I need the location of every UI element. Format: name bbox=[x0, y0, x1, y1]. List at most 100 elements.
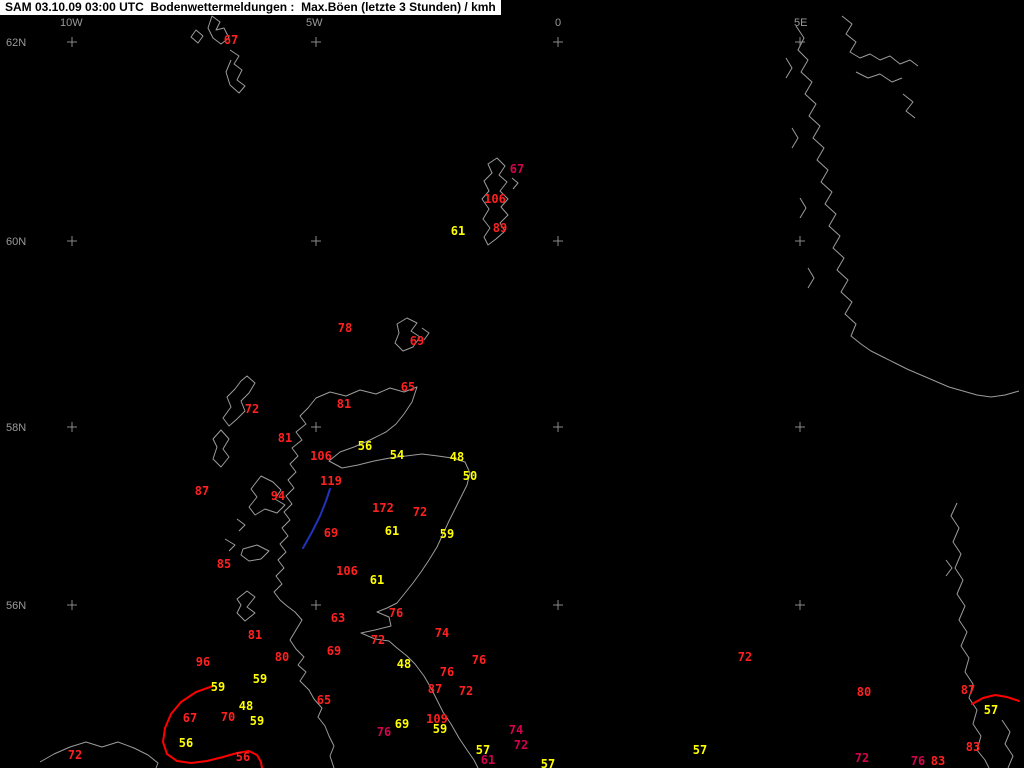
station-gust-value: 59 bbox=[440, 527, 454, 541]
station-gust-value: 76 bbox=[377, 725, 391, 739]
station-gust-value: 74 bbox=[435, 626, 449, 640]
station-gust-value: 72 bbox=[245, 402, 259, 416]
coastlines-layer bbox=[39, 15, 1020, 768]
coastline-norway-fjord-3 bbox=[902, 93, 916, 119]
station-gust-value: 78 bbox=[338, 321, 352, 335]
station-gust-value: 57 bbox=[693, 743, 707, 757]
weather-map: 67 67 106 89 61 78 69 65 72 81 81 56 54 48 106 50 119 87 9… bbox=[6, 15, 1020, 768]
graticule-cross bbox=[553, 37, 563, 47]
fronts-layer bbox=[161, 488, 1020, 768]
station-gust-value: 59 bbox=[250, 714, 264, 728]
map-title: SAM 03.10.09 03:00 UTC Bodenwettermeldun… bbox=[5, 0, 496, 14]
station-gust-value: 72 bbox=[68, 748, 82, 762]
graticule-cross bbox=[795, 600, 805, 610]
coastline-denmark-islet bbox=[945, 559, 953, 577]
longitude-label: 5E bbox=[794, 17, 807, 29]
station-gust-value: 94 bbox=[271, 489, 285, 503]
station-gust-value: 72 bbox=[413, 505, 427, 519]
graticule-cross bbox=[553, 422, 563, 432]
station-gust-value: 72 bbox=[459, 684, 473, 698]
coastline-norway-skerry-4 bbox=[807, 267, 815, 289]
graticule-cross bbox=[67, 236, 77, 246]
station-gust-value: 61 bbox=[385, 524, 399, 538]
graticule-cross bbox=[67, 600, 77, 610]
coastline-mull bbox=[240, 544, 270, 562]
graticule-cross bbox=[795, 236, 805, 246]
graticule-cross bbox=[311, 236, 321, 246]
station-gust-value: 61 bbox=[451, 224, 465, 238]
coastline-small-isle-2 bbox=[224, 538, 236, 552]
coastline-norway-main bbox=[795, 25, 1020, 398]
station-gust-value: 83 bbox=[966, 740, 980, 754]
graticule-cross bbox=[67, 37, 77, 47]
coastline-faroe-3 bbox=[190, 29, 204, 44]
latitude-label: 62N bbox=[6, 37, 26, 49]
station-gust-value: 67 bbox=[510, 162, 524, 176]
station-gust-value: 59 bbox=[211, 680, 225, 694]
latitude-label: 56N bbox=[6, 600, 26, 612]
station-gust-value: 61 bbox=[481, 753, 495, 767]
station-gust-value: 54 bbox=[390, 448, 404, 462]
station-gust-value: 76 bbox=[911, 754, 925, 768]
station-gust-value: 81 bbox=[248, 628, 262, 642]
station-gust-value: 57 bbox=[984, 703, 998, 717]
graticule-cross bbox=[311, 37, 321, 47]
station-gust-value: 80 bbox=[857, 685, 871, 699]
station-gust-value: 61 bbox=[370, 573, 384, 587]
stations-layer: 67 67 106 89 61 78 69 65 72 81 81 56 54 48 106 50 119 87 9… bbox=[68, 33, 998, 768]
station-gust-value: 67 bbox=[183, 711, 197, 725]
coastline-denmark-west bbox=[950, 502, 990, 768]
station-gust-value: 57 bbox=[541, 757, 555, 768]
station-gust-value: 70 bbox=[221, 710, 235, 724]
station-gust-value: 67 bbox=[224, 33, 238, 47]
coastline-norway-fjord-2 bbox=[855, 71, 903, 83]
coastline-norway-skerry-1 bbox=[785, 57, 793, 79]
coastline-hebrides-2 bbox=[212, 429, 230, 468]
coastline-shetland-islet bbox=[511, 177, 519, 190]
station-gust-value: 56 bbox=[179, 736, 193, 750]
station-gust-value: 83 bbox=[931, 754, 945, 768]
station-gust-value: 81 bbox=[278, 431, 292, 445]
station-gust-value: 48 bbox=[397, 657, 411, 671]
station-gust-value: 172 bbox=[372, 501, 394, 515]
station-gust-value: 119 bbox=[320, 474, 342, 488]
station-gust-value: 106 bbox=[336, 564, 358, 578]
latitude-label: 60N bbox=[6, 236, 26, 248]
station-gust-value: 96 bbox=[196, 655, 210, 669]
station-gust-value: 85 bbox=[217, 557, 231, 571]
graticule-cross bbox=[553, 236, 563, 246]
station-gust-value: 72 bbox=[738, 650, 752, 664]
coastline-norway-skerry-2 bbox=[791, 127, 799, 149]
coastline-ireland-north bbox=[39, 741, 159, 768]
weather-map-screen: SAM 03.10.09 03:00 UTC Bodenwettermeldun… bbox=[0, 0, 1024, 768]
station-gust-value: 59 bbox=[253, 672, 267, 686]
graticule-cross bbox=[795, 422, 805, 432]
station-gust-value: 72 bbox=[371, 633, 385, 647]
coastline-small-isle-1 bbox=[236, 518, 246, 532]
station-gust-value: 56 bbox=[358, 439, 372, 453]
station-gust-value: 50 bbox=[463, 469, 477, 483]
longitude-label: 5W bbox=[306, 17, 323, 29]
station-gust-value: 76 bbox=[389, 606, 403, 620]
title-bar: SAM 03.10.09 03:00 UTC Bodenwettermeldun… bbox=[0, 0, 501, 15]
graticule-layer bbox=[67, 37, 805, 610]
coastline-hebrides-1 bbox=[222, 375, 256, 427]
station-gust-value: 56 bbox=[236, 750, 250, 764]
latitude-label: 58N bbox=[6, 422, 26, 434]
station-gust-value: 87 bbox=[195, 484, 209, 498]
station-gust-value: 72 bbox=[514, 738, 528, 752]
geo-labels-layer: 10W 5W 0 5E 62N 60N 58N 56N bbox=[6, 17, 807, 612]
station-gust-value: 72 bbox=[855, 751, 869, 765]
coastline-faroe-2 bbox=[225, 49, 246, 94]
coastline-denmark-corner bbox=[1001, 719, 1014, 768]
graticule-cross bbox=[311, 600, 321, 610]
station-gust-value: 69 bbox=[327, 644, 341, 658]
station-gust-value: 48 bbox=[450, 450, 464, 464]
station-gust-value: 80 bbox=[275, 650, 289, 664]
station-gust-value: 106 bbox=[484, 192, 506, 206]
station-gust-value: 87 bbox=[428, 682, 442, 696]
station-gust-value: 48 bbox=[239, 699, 253, 713]
station-gust-value: 89 bbox=[493, 221, 507, 235]
station-gust-value: 59 bbox=[433, 722, 447, 736]
station-gust-value: 69 bbox=[324, 526, 338, 540]
